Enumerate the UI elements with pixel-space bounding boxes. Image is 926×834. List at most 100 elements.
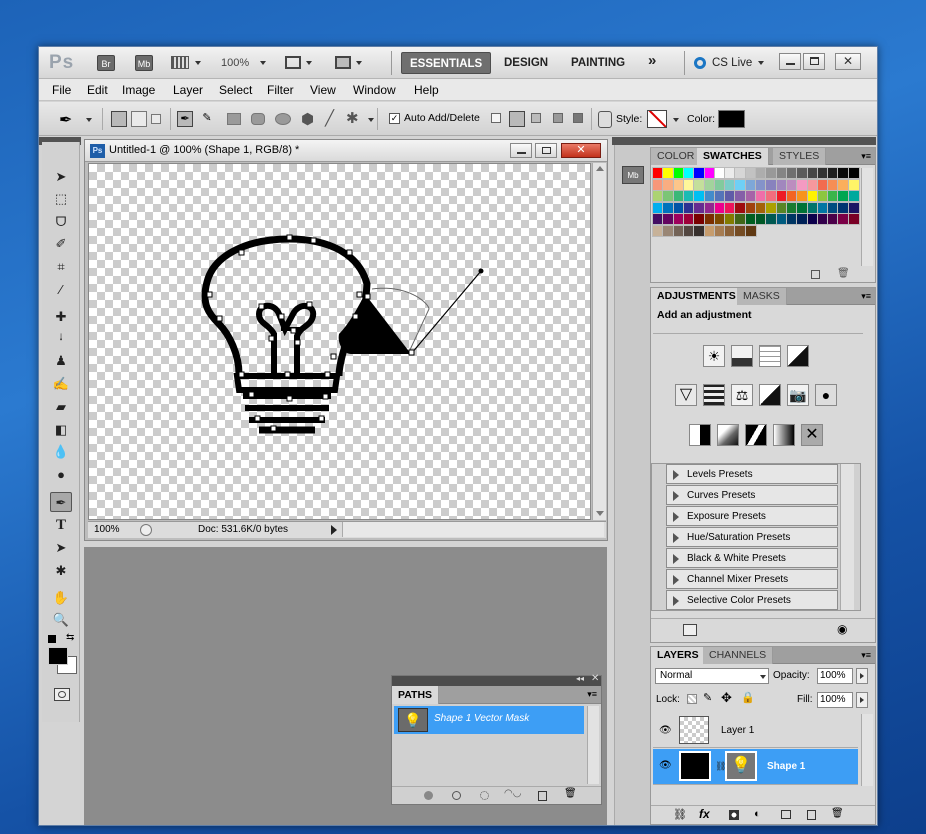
path-selection-tool-icon[interactable]: ➤	[50, 538, 72, 558]
paths-scrollbar[interactable]	[587, 706, 599, 784]
color-swatch[interactable]	[652, 224, 664, 237]
mini-bridge-panel-icon[interactable]: Mb	[622, 166, 644, 184]
exposure-icon[interactable]	[787, 345, 809, 367]
color-swatch[interactable]	[847, 213, 860, 225]
color-swatch[interactable]	[785, 201, 798, 214]
color-swatch[interactable]	[765, 213, 778, 225]
cs-live-label[interactable]: CS Live	[712, 57, 752, 69]
menu-filter[interactable]: Filter	[267, 83, 294, 97]
chevron-down-icon[interactable]	[368, 118, 374, 122]
color-swatch[interactable]	[816, 201, 829, 214]
hand-tool-icon[interactable]: ✋	[50, 588, 72, 608]
color-swatch[interactable]	[847, 190, 860, 202]
expand-view-icon[interactable]	[683, 624, 697, 636]
crop-tool-icon[interactable]: ⌗	[50, 257, 72, 277]
tab-color[interactable]: COLOR	[651, 148, 702, 165]
collapse-icon[interactable]: ◂◂	[576, 674, 584, 683]
maximize-button[interactable]	[803, 53, 825, 70]
color-swatch[interactable]	[652, 213, 664, 225]
make-work-path-icon[interactable]: ◠◡	[504, 788, 521, 799]
custom-shape-icon[interactable]: ✱	[346, 109, 359, 127]
color-swatch[interactable]	[837, 201, 850, 214]
color-swatch[interactable]	[662, 201, 675, 214]
color-swatch[interactable]	[662, 167, 675, 179]
color-swatch[interactable]	[703, 224, 716, 237]
hue-saturation-icon[interactable]	[703, 384, 725, 406]
color-swatch[interactable]	[682, 190, 695, 202]
tab-layers[interactable]: LAYERS	[651, 647, 706, 664]
zoom-level[interactable]: 100%	[221, 57, 249, 69]
color-swatch[interactable]	[755, 201, 767, 214]
layer-name[interactable]: Shape 1	[767, 761, 805, 772]
chevron-down-icon[interactable]	[758, 61, 764, 65]
color-swatch[interactable]	[755, 213, 767, 225]
move-tool-icon[interactable]: ➤	[50, 167, 72, 187]
status-info-icon[interactable]	[140, 524, 152, 536]
color-swatch[interactable]	[765, 190, 778, 202]
color-swatch[interactable]	[785, 190, 798, 202]
preset-hue-saturation[interactable]: Hue/Saturation Presets	[666, 527, 838, 547]
color-swatch[interactable]	[806, 190, 819, 202]
color-swatch[interactable]	[775, 213, 788, 225]
brush-tool-icon[interactable]: ᛍ	[50, 329, 72, 349]
history-brush-tool-icon[interactable]: ✍	[50, 374, 72, 394]
arrange-documents-icon[interactable]	[285, 56, 301, 69]
color-swatch[interactable]	[806, 201, 819, 214]
panel-menu-icon[interactable]: ▾≡	[861, 650, 871, 661]
doc-maximize-button[interactable]	[535, 143, 557, 158]
black-white-icon[interactable]	[759, 384, 781, 406]
color-swatch[interactable]	[816, 190, 829, 202]
color-swatch[interactable]	[703, 201, 716, 214]
color-swatch[interactable]	[652, 201, 664, 214]
color-swatch[interactable]	[682, 224, 695, 237]
workspace-painting[interactable]: PAINTING	[563, 52, 633, 74]
posterize-icon[interactable]	[717, 424, 739, 446]
color-swatch[interactable]	[744, 190, 757, 202]
color-swatch[interactable]	[827, 201, 840, 214]
color-swatch[interactable]	[796, 167, 809, 179]
color-swatch[interactable]	[827, 190, 840, 202]
color-swatch[interactable]	[734, 178, 747, 191]
new-adjustment-icon[interactable]: ◐	[754, 808, 761, 820]
color-swatch[interactable]	[682, 178, 695, 191]
menu-edit[interactable]: Edit	[87, 83, 108, 97]
color-swatch[interactable]	[672, 167, 685, 179]
delete-layer-icon[interactable]: 🗑	[831, 808, 844, 819]
quick-mask-icon[interactable]	[54, 688, 70, 701]
color-swatch[interactable]	[744, 213, 757, 225]
layers-scrollbar[interactable]	[861, 714, 873, 786]
custom-shape-tool-icon[interactable]: ✱	[50, 561, 72, 581]
foreground-color-swatch[interactable]	[48, 647, 68, 665]
doc-close-icon[interactable]: ✕	[561, 143, 601, 158]
minimize-button[interactable]	[779, 53, 801, 70]
color-swatch[interactable]	[837, 213, 850, 225]
color-swatch[interactable]	[693, 224, 706, 237]
menu-layer[interactable]: Layer	[173, 83, 203, 97]
default-colors-icon[interactable]	[48, 635, 56, 643]
visibility-eye-icon[interactable]: 👁	[659, 725, 672, 736]
color-swatch[interactable]	[713, 213, 726, 225]
chevron-down-icon[interactable]	[356, 61, 362, 65]
bridge-button[interactable]: Br	[97, 55, 115, 71]
clone-stamp-tool-icon[interactable]: ♟	[50, 351, 72, 371]
layer-style-icon[interactable]: fx	[699, 807, 710, 821]
gradient-map-icon[interactable]	[773, 424, 795, 446]
auto-add-delete-checkbox[interactable]: ✓	[389, 113, 400, 124]
color-swatch[interactable]	[724, 190, 737, 202]
invert-icon[interactable]	[689, 424, 711, 446]
color-swatch[interactable]	[693, 201, 706, 214]
style-picker[interactable]	[647, 110, 667, 128]
color-swatch[interactable]	[672, 201, 685, 214]
color-swatch[interactable]	[703, 190, 716, 202]
type-tool-icon[interactable]: T	[50, 515, 72, 535]
menu-file[interactable]: File	[52, 83, 71, 97]
color-swatch[interactable]	[682, 213, 695, 225]
lock-all-icon[interactable]: 🔒	[741, 691, 755, 704]
new-path-icon[interactable]	[538, 791, 547, 801]
preset-channel-mixer[interactable]: Channel Mixer Presets	[666, 569, 838, 589]
blur-tool-icon[interactable]: 💧	[50, 442, 72, 462]
path-name[interactable]: Shape 1 Vector Mask	[434, 713, 529, 724]
swap-colors-icon[interactable]: ⇆	[66, 632, 74, 643]
color-swatch[interactable]	[744, 167, 757, 179]
link-layers-icon[interactable]: ⛓	[673, 808, 687, 821]
